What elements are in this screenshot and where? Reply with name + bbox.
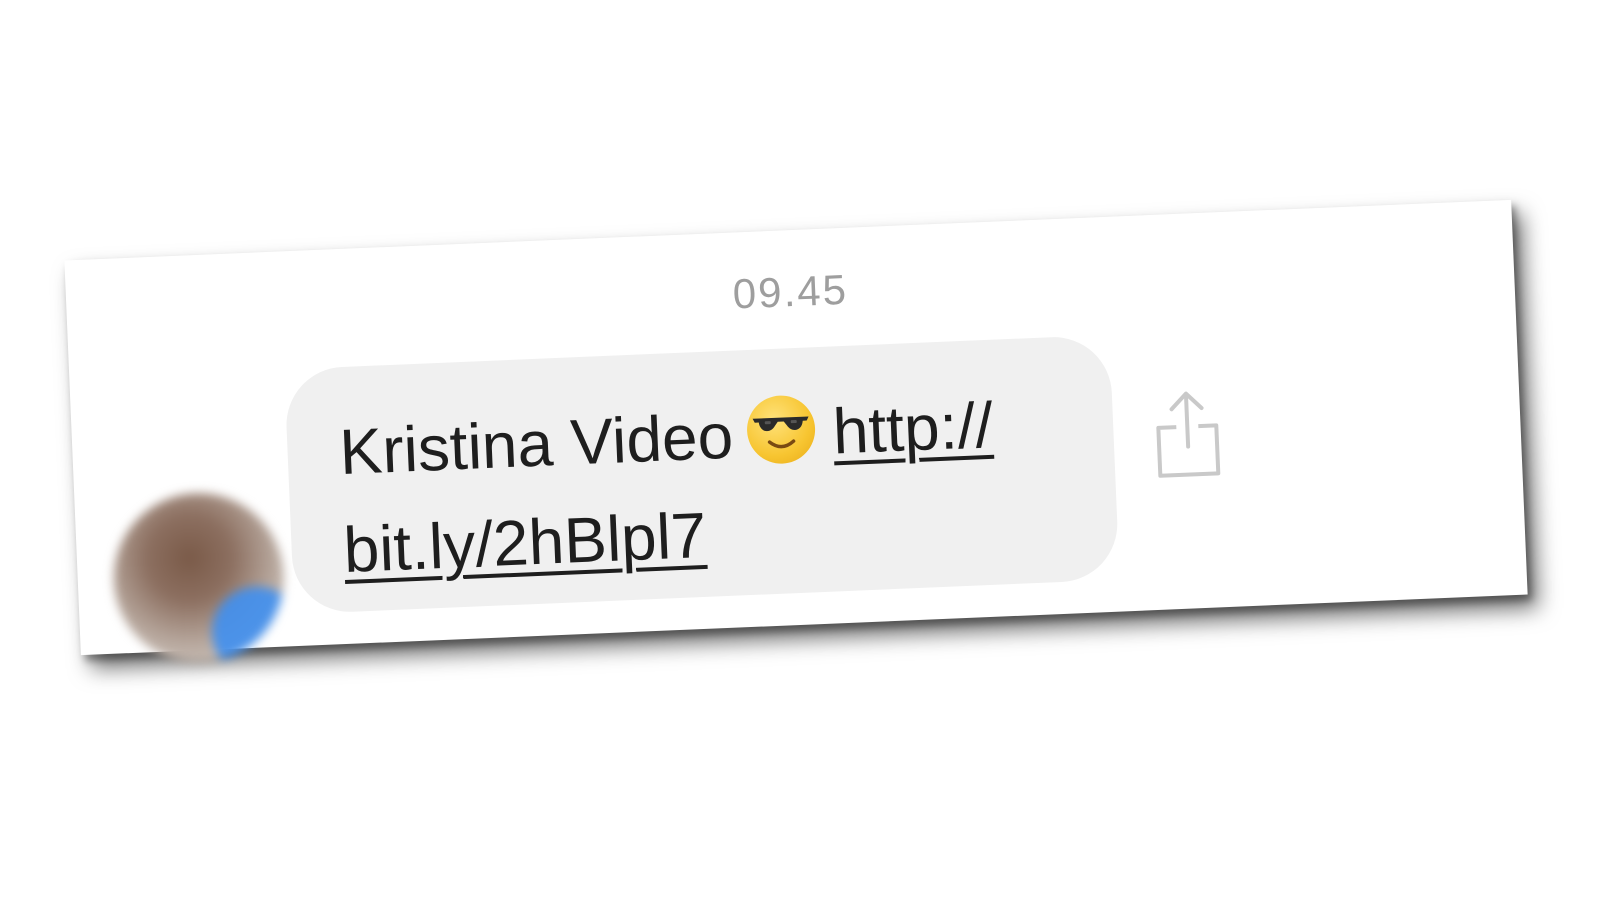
message-thread-screenshot: 09.45 Kristina Video http:// bit.ly/2hBl…: [64, 199, 1528, 667]
avatar[interactable]: [110, 489, 288, 667]
avatar-status-badge: [210, 584, 288, 667]
smiling-face-with-sunglasses-icon: [745, 394, 817, 466]
message-bubble[interactable]: Kristina Video http:// bit.ly/2hBlpl7: [284, 334, 1120, 615]
message-timestamp: 09.45: [731, 265, 849, 318]
message-text: Kristina Video: [338, 399, 735, 489]
message-link[interactable]: http://: [831, 389, 994, 468]
share-icon[interactable]: [1151, 387, 1225, 480]
